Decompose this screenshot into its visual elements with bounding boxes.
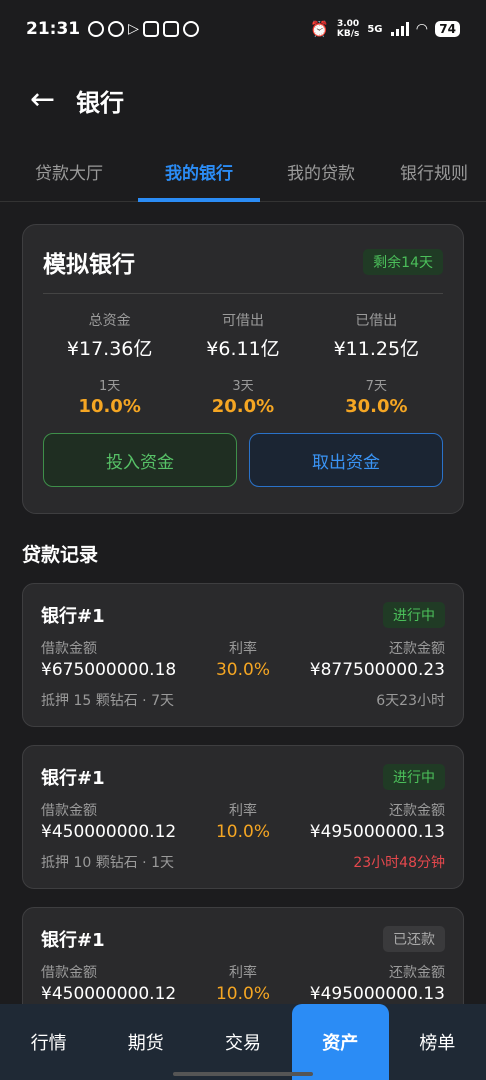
stat-total-funds: 总资金 ¥17.36亿 [66, 313, 153, 360]
loan-record[interactable]: 银行#1 进行中 借款金额 ¥675000000.18 利率 30.0% 还款金… [22, 583, 464, 727]
repay-amount-label: 还款金额 [388, 803, 445, 819]
loan-amount-value: ¥450000000.12 [41, 822, 177, 842]
bank-card: 模拟银行 剩余14天 总资金 ¥17.36亿 可借出 ¥6.11亿 已借出 ¥1… [22, 224, 464, 514]
stat-lendable: 可借出 ¥6.11亿 [206, 313, 280, 360]
rate-7-day: 7天 30.0% [345, 379, 408, 417]
back-arrow-icon[interactable]: ← [30, 85, 76, 115]
invest-funds-button[interactable]: 投入资金 [43, 433, 237, 487]
loan-record[interactable]: 银行#1 进行中 借款金额 ¥450000000.12 利率 10.0% 还款金… [22, 745, 464, 889]
repay-amount-value: ¥495000000.13 [309, 984, 445, 1004]
bank-rates: 1天 10.0% 3天 20.0% 7天 30.0% [43, 375, 443, 417]
loan-amount-label: 借款金额 [41, 641, 97, 657]
rate-value: 10.0% [215, 984, 270, 1004]
signal-icon [390, 22, 409, 36]
clock: 21:31 [26, 19, 81, 39]
home-indicator[interactable] [173, 1072, 313, 1076]
remaining-days-badge: 剩余14天 [363, 249, 443, 275]
loan-amount-value: ¥450000000.12 [41, 984, 177, 1004]
top-bar: ← 银行 [0, 58, 486, 142]
app-icon [142, 21, 159, 37]
loan-bank-name: 银行#1 [41, 930, 105, 951]
repay-amount-value: ¥877500000.23 [309, 660, 445, 680]
status-badge: 进行中 [383, 602, 445, 628]
tab-bar: 贷款大厅 我的银行 我的贷款 银行规则 [0, 142, 486, 202]
status-badge: 进行中 [383, 764, 445, 790]
repay-amount-label: 还款金额 [388, 965, 445, 981]
repay-amount-label: 还款金额 [388, 641, 445, 657]
rate-label: 利率 [228, 803, 257, 819]
rate-value: 10.0% [215, 822, 270, 842]
rate-value: 30.0% [215, 660, 270, 680]
rate-3-day: 3天 20.0% [211, 379, 275, 417]
status-badge: 已还款 [383, 926, 445, 952]
alarm-icon: ⏰ [310, 20, 329, 38]
wifi-icon: ◠ [416, 21, 428, 37]
bottom-nav: 行情 期货 交易 资产 榜单 [0, 1004, 486, 1080]
time-remaining: 6天23小时 [376, 693, 445, 709]
time-remaining: 23小时48分钟 [353, 855, 445, 871]
loan-bank-name: 银行#1 [41, 768, 105, 789]
chat-icon [108, 21, 125, 37]
repay-amount-value: ¥495000000.13 [309, 822, 445, 842]
stat-lent: 已借出 ¥11.25亿 [333, 313, 420, 360]
rate-1-day: 1天 10.0% [78, 379, 141, 417]
withdraw-funds-button[interactable]: 取出资金 [249, 433, 443, 487]
loan-amount-label: 借款金额 [41, 803, 97, 819]
net-speed: 3.00 KB/s [336, 19, 360, 39]
wechat-icon [88, 21, 105, 37]
page-title: 银行 [76, 88, 124, 117]
main-content[interactable]: 模拟银行 剩余14天 总资金 ¥17.36亿 可借出 ¥6.11亿 已借出 ¥1… [0, 202, 486, 1004]
nav-assets[interactable]: 资产 [291, 1004, 389, 1080]
bank-name: 模拟银行 [43, 252, 135, 278]
collateral-info: 抵押 15 颗钻石 · 7天 [41, 693, 174, 709]
battery-indicator: 74 [435, 21, 460, 37]
tab-my-bank[interactable]: 我的银行 [138, 142, 260, 202]
gallery-icon [162, 21, 179, 37]
collateral-info: 抵押 10 颗钻石 · 1天 [41, 855, 174, 871]
tab-my-loans[interactable]: 我的贷款 [260, 142, 382, 201]
loan-amount-value: ¥675000000.18 [41, 660, 177, 680]
rate-label: 利率 [228, 965, 257, 981]
nav-leaderboard[interactable]: 榜单 [389, 1004, 486, 1080]
nav-futures[interactable]: 期货 [97, 1004, 194, 1080]
bank-stats: 总资金 ¥17.36亿 可借出 ¥6.11亿 已借出 ¥11.25亿 [43, 310, 443, 361]
network-type: 5G [367, 23, 383, 35]
nav-market[interactable]: 行情 [0, 1004, 97, 1080]
loan-amount-label: 借款金额 [41, 965, 97, 981]
nav-trade[interactable]: 交易 [194, 1004, 291, 1080]
tab-loan-hall[interactable]: 贷款大厅 [0, 142, 138, 201]
section-title: 贷款记录 [22, 544, 99, 566]
play-icon: ▷ [128, 21, 139, 37]
sync-icon [182, 21, 199, 37]
rate-label: 利率 [228, 641, 257, 657]
loan-record[interactable]: 银行#1 已还款 借款金额 ¥450000000.12 利率 10.0% 还款金… [22, 907, 464, 1004]
tab-bank-rules[interactable]: 银行规则 [382, 142, 486, 201]
loan-bank-name: 银行#1 [41, 606, 105, 627]
status-bar: 21:31 ▷ ⏰ 3.00 KB/s 5G ◠ 74 [0, 0, 486, 58]
